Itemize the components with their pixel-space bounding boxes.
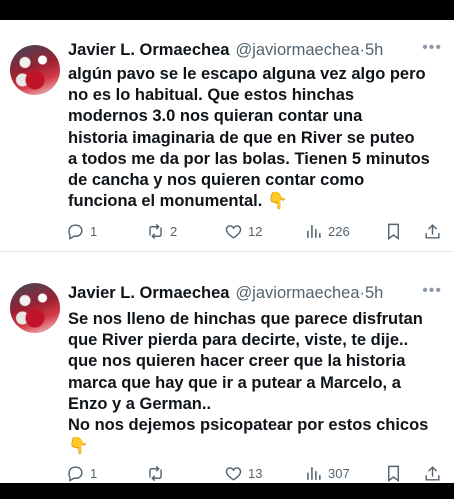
bookmark-button[interactable] [384, 464, 403, 483]
bookmark-icon [388, 223, 399, 241]
retweet-button[interactable]: 2 [146, 222, 177, 241]
share-button[interactable] [423, 464, 442, 483]
retweet-count: 2 [170, 224, 178, 239]
reply-count: 1 [90, 224, 98, 239]
reply-button[interactable]: 1 [66, 464, 97, 483]
ellipsis-icon[interactable]: ••• [422, 282, 442, 300]
reply-count: 1 [90, 466, 98, 481]
retweet-icon [149, 465, 162, 482]
tweet-header: Javier L. Ormaechea @javiormaechea·5h ••• [68, 282, 454, 306]
author-name[interactable]: Javier L. Ormaechea [68, 284, 229, 302]
like-button[interactable]: 12 [224, 222, 262, 241]
share-icon [425, 224, 440, 239]
heart-icon [225, 225, 242, 239]
author-name[interactable]: Javier L. Ormaechea [68, 41, 229, 59]
like-count: 12 [248, 224, 263, 239]
author-handle[interactable]: @javiormaechea [235, 41, 359, 59]
retweet-icon [149, 223, 162, 240]
ellipsis-icon[interactable]: ••• [422, 39, 442, 57]
tweet-actions: 1 13 307 [66, 464, 454, 483]
views-button[interactable]: 307 [304, 464, 350, 483]
tweet-actions: 1 2 12 226 [66, 222, 454, 244]
tweet-text: algún pavo se le escapo alguna vez algo … [68, 64, 446, 212]
avatar[interactable] [10, 45, 60, 95]
share-button[interactable] [423, 222, 442, 241]
tweet-text-content: Se nos lleno de hinchas que parece disfr… [68, 310, 429, 435]
like-button[interactable]: 13 [224, 464, 262, 483]
bookmark-icon [388, 465, 399, 483]
author-handle[interactable]: @javiormaechea [235, 284, 359, 302]
reply-button[interactable]: 1 [66, 222, 97, 241]
bar-chart-icon [307, 467, 321, 480]
tweet-text-content: algún pavo se le escapo alguna vez algo … [68, 65, 430, 211]
tweet[interactable]: Javier L. Ormaechea @javiormaechea·5h •••… [0, 253, 454, 483]
bookmark-button[interactable] [384, 222, 403, 241]
pointing-down-emoji: 👇 [266, 192, 288, 211]
retweet-button[interactable] [146, 464, 170, 483]
bar-chart-icon [307, 225, 321, 238]
tweet-text: Se nos lleno de hinchas que parece disfr… [68, 309, 446, 457]
view-count: 307 [328, 466, 350, 481]
timestamp[interactable]: 5h [365, 41, 383, 59]
tweet-header: Javier L. Ormaechea @javiormaechea·5h ••• [68, 39, 454, 63]
share-icon [425, 466, 440, 481]
avatar[interactable] [10, 283, 60, 333]
tweet-thread: Javier L. Ormaechea @javiormaechea·5h •••… [0, 20, 454, 483]
views-button[interactable]: 226 [304, 222, 350, 241]
tweet[interactable]: Javier L. Ormaechea @javiormaechea·5h •••… [0, 20, 454, 252]
like-count: 13 [248, 466, 263, 481]
timestamp[interactable]: 5h [365, 284, 383, 302]
reply-icon [68, 466, 83, 482]
reply-icon [68, 224, 83, 240]
heart-icon [225, 467, 242, 481]
pointing-down-emoji: 👇 [68, 437, 89, 456]
view-count: 226 [328, 224, 350, 239]
